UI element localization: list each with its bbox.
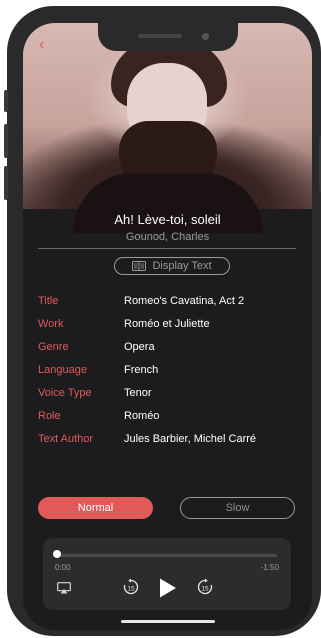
screen: ‹ Ah! Lève-toi, soleil Gounod, Charles D… — [23, 23, 312, 630]
song-title: Ah! Lève-toi, soleil — [114, 212, 221, 227]
notch — [98, 23, 238, 51]
metadata-label: Title — [38, 294, 59, 307]
metadata-row-language: Language French — [38, 358, 303, 381]
airplay-icon[interactable] — [57, 582, 71, 594]
speaker-grille — [138, 34, 182, 38]
skip-forward-15-icon[interactable]: 15 — [196, 578, 214, 596]
metadata-label: Genre — [38, 340, 69, 353]
current-time: 0:00 — [55, 563, 71, 572]
audio-player: 0:00 -1:50 15 15 — [43, 538, 291, 610]
book-icon — [132, 261, 147, 271]
phone-frame: ‹ Ah! Lève-toi, soleil Gounod, Charles D… — [4, 6, 321, 636]
metadata-value: Jules Barbier, Michel Carré — [124, 432, 257, 445]
metadata-value: Roméo et Juliette — [124, 317, 210, 330]
volume-up-button — [4, 124, 8, 158]
skip-back-seconds: 15 — [127, 585, 135, 592]
back-chevron-icon[interactable]: ‹ — [39, 37, 44, 53]
home-indicator[interactable] — [121, 620, 215, 623]
metadata-label: Work — [38, 317, 64, 330]
metadata-label: Language — [38, 363, 87, 376]
display-text-button[interactable]: Display Text — [114, 257, 230, 275]
divider — [38, 248, 296, 249]
display-text-label: Display Text — [152, 260, 212, 272]
metadata-row-role: Role Roméo — [38, 404, 303, 427]
metadata-row-genre: Genre Opera — [38, 335, 303, 358]
song-composer: Gounod, Charles — [125, 231, 210, 243]
metadata-value: French — [124, 363, 159, 376]
speed-normal-button[interactable]: Normal — [38, 497, 153, 519]
skip-back-15-icon[interactable]: 15 — [122, 578, 140, 596]
skip-forward-seconds: 15 — [201, 585, 209, 592]
metadata-label: Voice Type — [38, 386, 92, 399]
metadata-value: Romeo's Cavatina, Act 2 — [124, 294, 245, 307]
metadata-value: Tenor — [124, 386, 152, 399]
remaining-time: -1:50 — [260, 563, 279, 572]
metadata-row-work: Work Roméo et Juliette — [38, 312, 303, 335]
metadata-row-voice-type: Voice Type Tenor — [38, 381, 303, 404]
metadata-row-title: Title Romeo's Cavatina, Act 2 — [38, 289, 303, 312]
metadata-label: Text Author — [38, 432, 94, 445]
front-camera — [202, 33, 209, 40]
volume-down-button — [4, 166, 8, 200]
play-icon[interactable] — [159, 578, 177, 598]
progress-track[interactable] — [57, 554, 277, 557]
metadata-value: Roméo — [124, 409, 160, 422]
progress-thumb[interactable] — [53, 550, 61, 558]
speed-slow-button[interactable]: Slow — [180, 497, 295, 519]
metadata-row-text-author: Text Author Jules Barbier, Michel Carré — [38, 427, 303, 450]
metadata-value: Opera — [124, 340, 155, 353]
mute-switch — [4, 90, 8, 112]
metadata-list: Title Romeo's Cavatina, Act 2 Work Roméo… — [38, 289, 303, 450]
metadata-label: Role — [38, 409, 61, 422]
